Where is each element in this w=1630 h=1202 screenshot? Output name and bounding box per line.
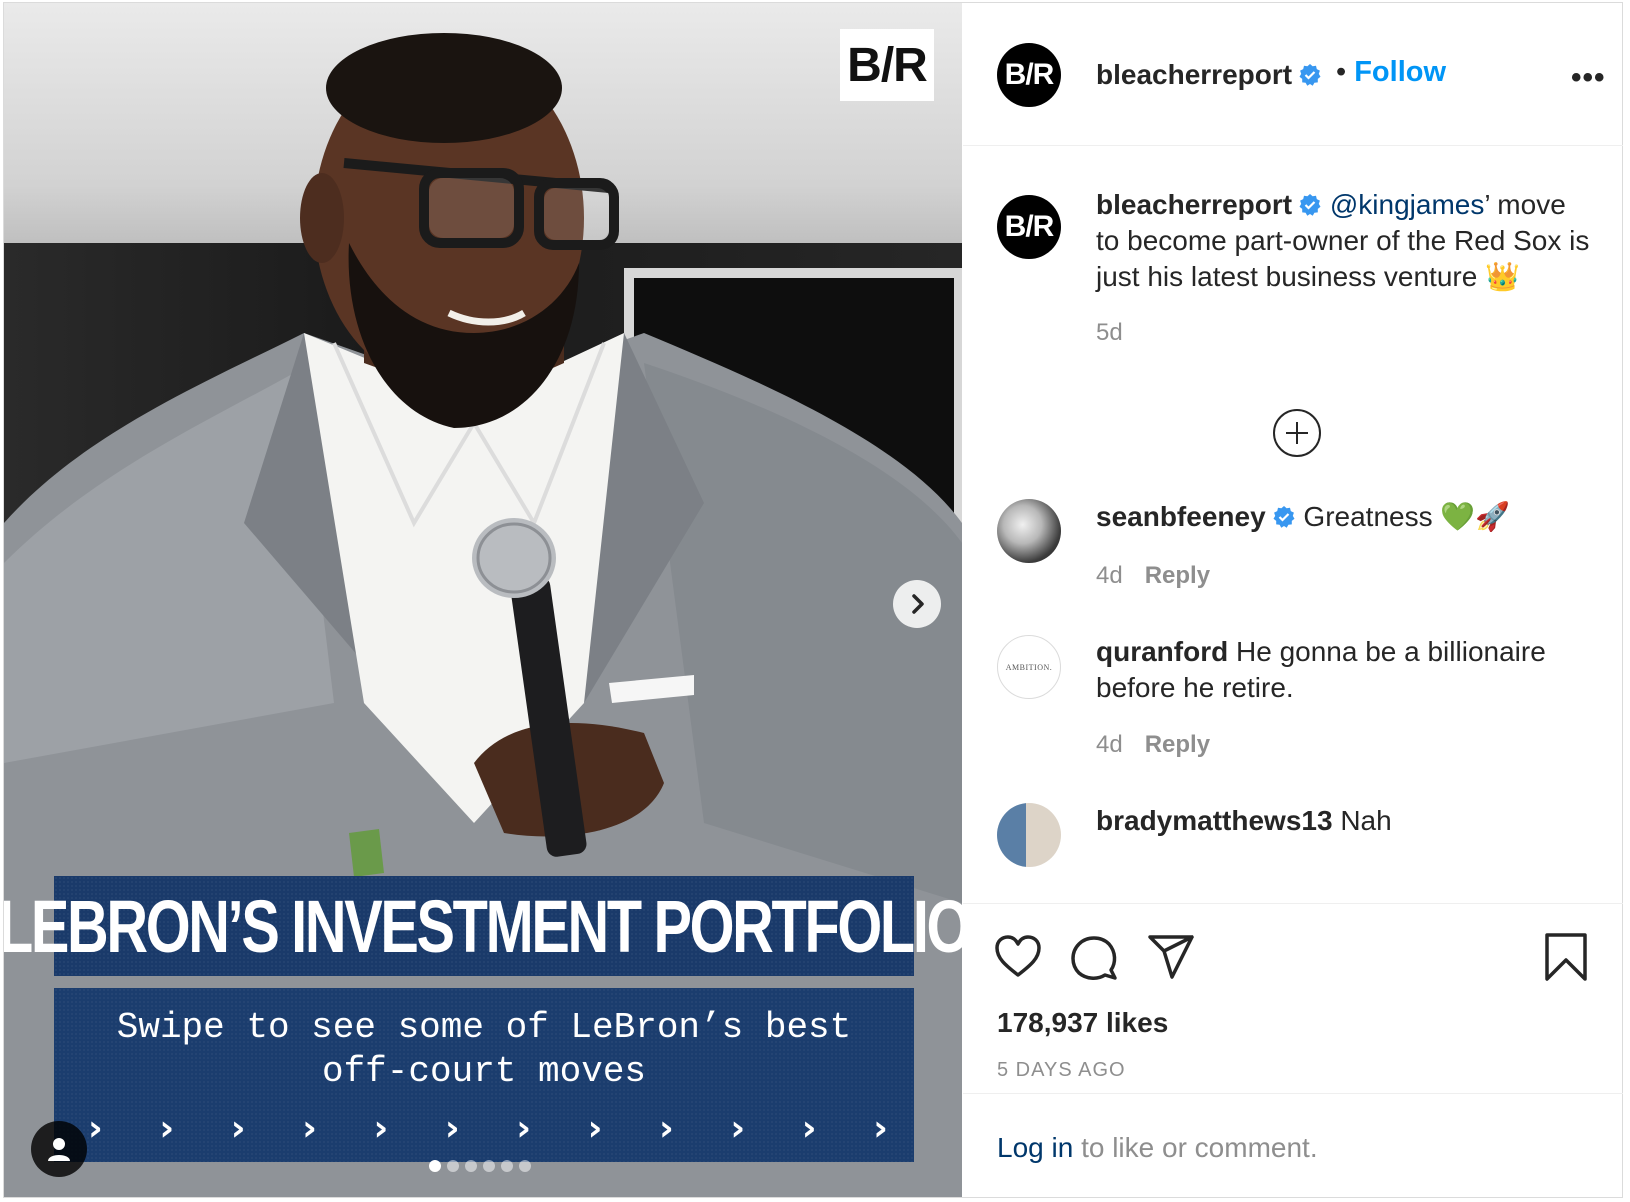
chevron-right-icon: › bbox=[587, 1108, 603, 1149]
comment-text: seanbfeeney Greatness 💚🚀 bbox=[1096, 499, 1596, 535]
chevron-row: › › › › › › › › › › › › bbox=[88, 1108, 888, 1149]
share-icon[interactable] bbox=[1146, 932, 1196, 982]
post-media[interactable]: B/R LEBRON’S INVESTMENT PORTFOLIO Swipe … bbox=[4, 3, 962, 1197]
comment-body: Greatness 💚🚀 bbox=[1303, 501, 1511, 532]
heart-icon[interactable] bbox=[993, 932, 1043, 982]
comment-username[interactable]: seanbfeeney bbox=[1096, 501, 1266, 532]
tagged-users-button[interactable] bbox=[31, 1121, 87, 1177]
comment-text: bradymatthews13 Nah bbox=[1096, 803, 1596, 839]
carousel-dot bbox=[483, 1160, 495, 1172]
carousel-indicator bbox=[429, 1160, 531, 1172]
load-more-comments-button[interactable] bbox=[1273, 409, 1321, 457]
caption-text: bleacherreport @kingjames’ move to becom… bbox=[1096, 187, 1596, 295]
login-prompt: Log in to like or comment. bbox=[963, 1093, 1623, 1197]
verified-badge-icon bbox=[1299, 64, 1321, 86]
chevron-right-icon: › bbox=[373, 1108, 389, 1149]
banner-subtitle: Swipe to see some of LeBron’s best off-c… bbox=[54, 988, 914, 1162]
login-prompt-text: Log in to like or comment. bbox=[997, 1132, 1318, 1164]
post-sidebar: B/R bleacherreport • Follow ••• B/R blea… bbox=[963, 3, 1623, 1197]
chevron-right-icon: › bbox=[230, 1108, 246, 1149]
chevron-right-icon: › bbox=[88, 1108, 103, 1149]
chevron-right-icon: › bbox=[302, 1108, 317, 1149]
chevron-right-icon: › bbox=[159, 1108, 175, 1149]
more-options-icon[interactable]: ••• bbox=[1571, 61, 1606, 95]
comment-username[interactable]: quranford bbox=[1096, 636, 1228, 667]
follow-button[interactable]: Follow bbox=[1354, 56, 1446, 88]
verified-badge-icon bbox=[1273, 506, 1295, 528]
reply-button[interactable]: Reply bbox=[1145, 562, 1210, 589]
comment-text: quranford He gonna be a billionaire befo… bbox=[1096, 634, 1596, 706]
commenter-avatar[interactable] bbox=[997, 499, 1061, 563]
chevron-right-icon: › bbox=[444, 1108, 460, 1149]
header-username[interactable]: bleacherreport bbox=[1096, 59, 1322, 91]
carousel-dot bbox=[429, 1160, 441, 1172]
carousel-dot bbox=[465, 1160, 477, 1172]
comment-username[interactable]: bradymatthews13 bbox=[1096, 805, 1333, 836]
separator-dot: • bbox=[1336, 56, 1347, 88]
banner-title: LEBRON’S INVESTMENT PORTFOLIO bbox=[4, 876, 962, 976]
chevron-right-icon: › bbox=[659, 1108, 674, 1149]
carousel-next-button[interactable] bbox=[893, 580, 941, 628]
bleacher-report-logo: B/R bbox=[840, 29, 934, 101]
comment-icon[interactable] bbox=[1069, 932, 1119, 982]
comment-body: Nah bbox=[1340, 805, 1392, 836]
carousel-dot bbox=[519, 1160, 531, 1172]
follow-area: • Follow bbox=[1336, 56, 1446, 89]
chevron-right-icon bbox=[912, 594, 924, 614]
caption-avatar[interactable]: B/R bbox=[997, 195, 1061, 259]
chevron-right-icon: › bbox=[801, 1108, 817, 1149]
chevron-right-icon: › bbox=[516, 1108, 532, 1149]
instagram-post: B/R LEBRON’S INVESTMENT PORTFOLIO Swipe … bbox=[3, 2, 1623, 1198]
comment-meta: 4d Reply bbox=[1096, 562, 1210, 590]
login-link[interactable]: Log in bbox=[997, 1132, 1073, 1163]
comment-meta: 4d Reply bbox=[1096, 731, 1210, 759]
bleacherreport-avatar[interactable]: B/R bbox=[997, 43, 1061, 107]
comment-time: 4d bbox=[1096, 562, 1123, 589]
comment-time: 4d bbox=[1096, 731, 1123, 758]
login-suffix: to like or comment. bbox=[1073, 1132, 1318, 1163]
verified-badge-icon bbox=[1299, 194, 1321, 216]
chevron-right-icon: › bbox=[730, 1108, 746, 1149]
likes-count[interactable]: 178,937 likes bbox=[997, 1007, 1168, 1039]
banner-subtitle-text: Swipe to see some of LeBron’s best off-c… bbox=[116, 1007, 852, 1092]
post-timestamp: 5 DAYS AGO bbox=[997, 1059, 1126, 1081]
header-username-text[interactable]: bleacherreport bbox=[1096, 59, 1292, 90]
commenter-avatar[interactable]: AMBITION. bbox=[997, 635, 1061, 699]
post-header: B/R bleacherreport • Follow ••• bbox=[963, 3, 1623, 146]
comments-section[interactable]: B/R bleacherreport @kingjames’ move to b… bbox=[963, 147, 1623, 903]
user-icon bbox=[48, 1138, 70, 1161]
bookmark-icon[interactable] bbox=[1541, 932, 1591, 982]
banner-title-text: LEBRON’S INVESTMENT PORTFOLIO bbox=[4, 884, 962, 968]
post-actions: 178,937 likes 5 DAYS AGO bbox=[963, 903, 1623, 1093]
caption-username[interactable]: bleacherreport bbox=[1096, 189, 1292, 220]
carousel-dot bbox=[447, 1160, 459, 1172]
mention-link[interactable]: @kingjames bbox=[1330, 189, 1484, 220]
caption-time: 5d bbox=[1096, 319, 1123, 346]
commenter-avatar[interactable] bbox=[997, 803, 1061, 867]
carousel-dot bbox=[501, 1160, 513, 1172]
chevron-right-icon: › bbox=[873, 1108, 888, 1149]
reply-button[interactable]: Reply bbox=[1145, 731, 1210, 758]
